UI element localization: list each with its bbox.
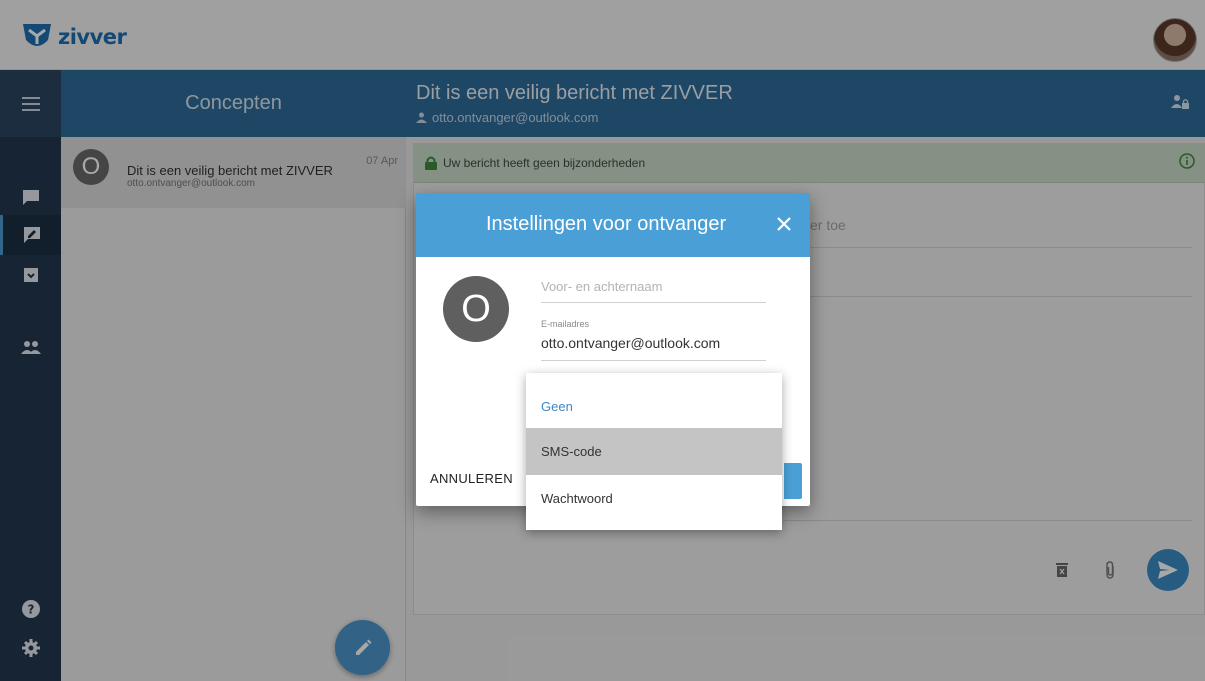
close-icon xyxy=(777,217,791,231)
option-sms-code[interactable]: SMS-code xyxy=(526,428,782,475)
confirm-button[interactable] xyxy=(784,463,802,499)
avatar: O xyxy=(443,276,509,342)
authentication-dropdown: Geen SMS-code Wachtwoord xyxy=(526,373,782,530)
email-label: E-mailadres xyxy=(541,319,590,329)
cancel-button[interactable]: ANNULEREN xyxy=(430,471,513,486)
dialog-title: Instellingen voor ontvanger xyxy=(486,213,727,235)
email-field[interactable]: otto.ontvanger@outlook.com xyxy=(541,335,766,361)
close-button[interactable] xyxy=(770,210,798,238)
name-field[interactable]: Voor- en achternaam xyxy=(541,279,766,303)
option-geen[interactable]: Geen xyxy=(526,383,782,430)
dialog-header: Instellingen voor ontvanger xyxy=(416,193,810,257)
option-wachtwoord[interactable]: Wachtwoord xyxy=(526,475,782,522)
